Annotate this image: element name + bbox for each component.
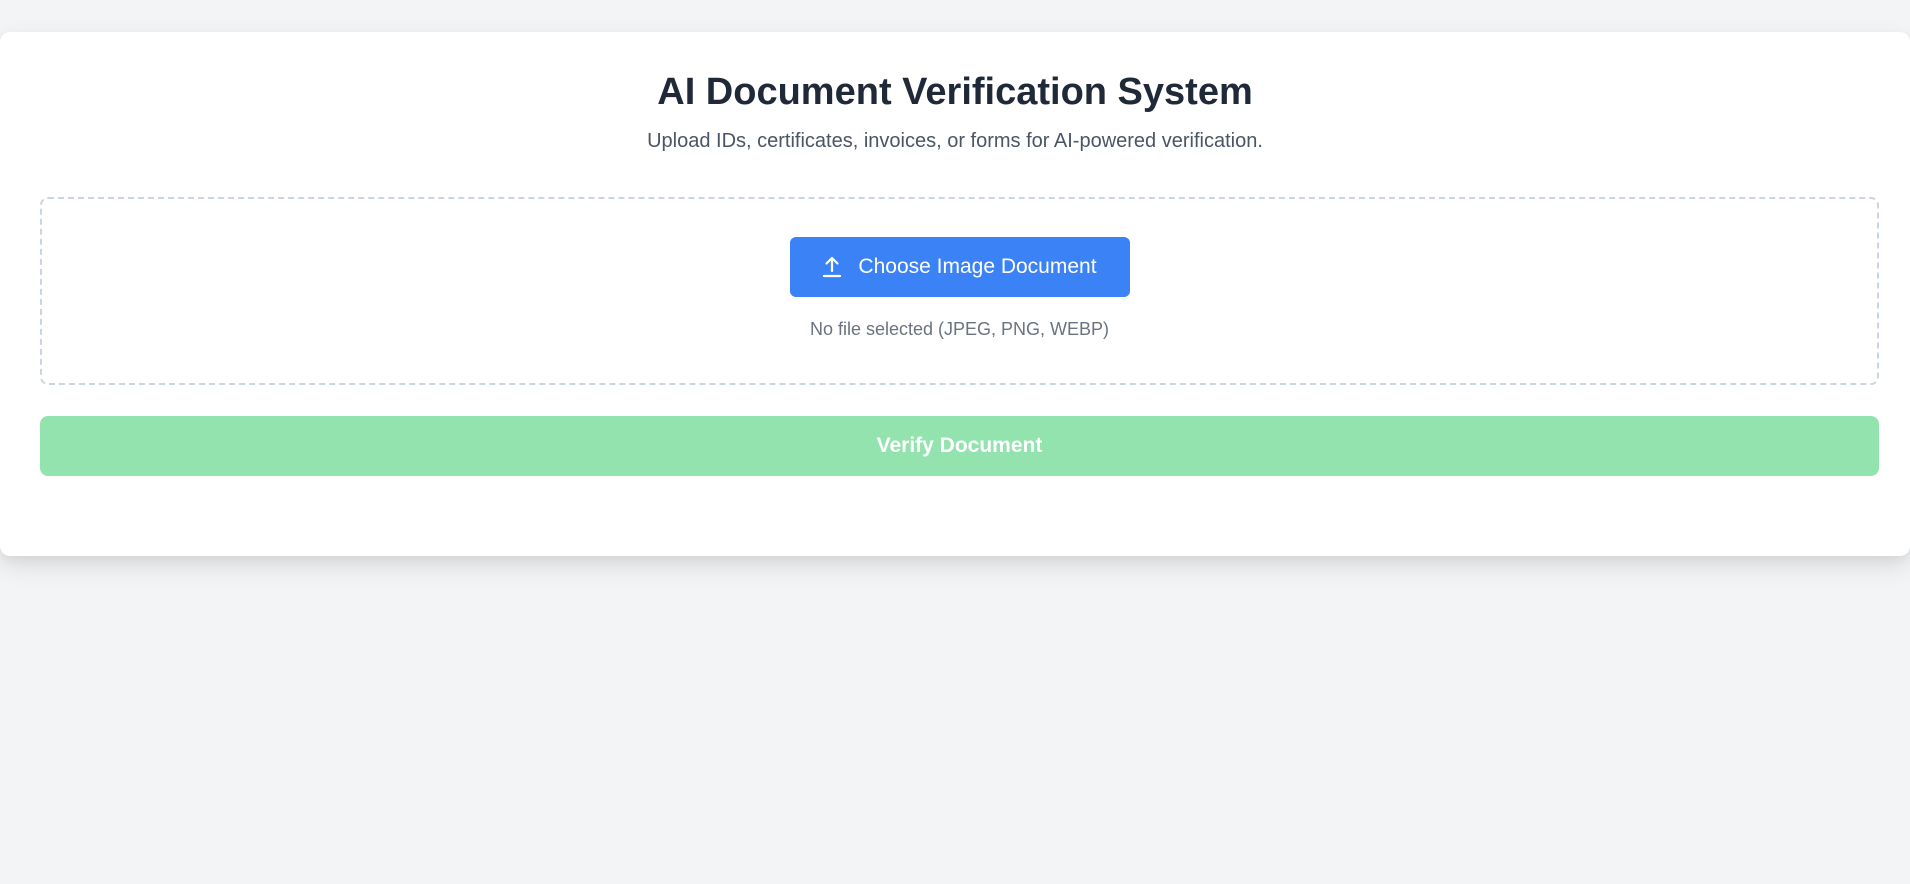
- upload-dropzone[interactable]: Choose Image Document No file selected (…: [40, 197, 1879, 385]
- upload-icon: [822, 255, 842, 279]
- verify-document-button[interactable]: Verify Document: [40, 416, 1879, 476]
- verification-card: AI Document Verification System Upload I…: [0, 32, 1910, 556]
- file-status-text: No file selected (JPEG, PNG, WEBP): [809, 319, 1110, 339]
- choose-image-document-label: Choose Image Document: [858, 255, 1097, 278]
- page-subtitle: Upload IDs, certificates, invoices, or f…: [647, 130, 1263, 152]
- page-title: AI Document Verification System: [657, 71, 1253, 113]
- choose-image-document-button[interactable]: Choose Image Document: [789, 237, 1130, 297]
